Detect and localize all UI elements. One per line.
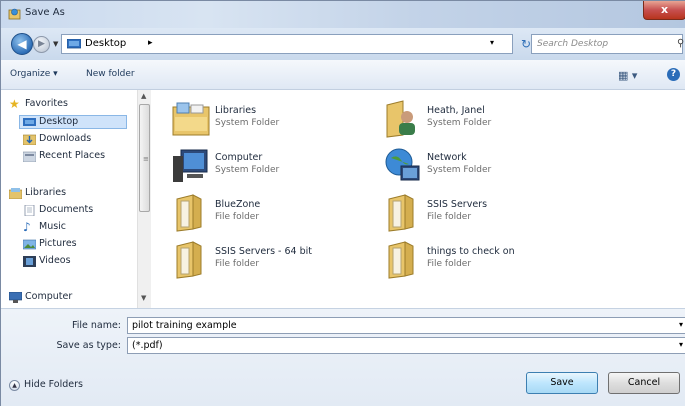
address-bar[interactable]: Desktop ▸ ▾: [61, 34, 513, 54]
scroll-up-icon[interactable]: ▲: [141, 92, 146, 100]
navigation-pane: ★ Favorites Desktop Downloads Recent Pla…: [1, 90, 151, 308]
address-dropdown-icon[interactable]: ▾: [490, 38, 494, 47]
scroll-down-icon[interactable]: ▼: [141, 294, 146, 302]
file-list: Libraries System Folder Heath, Janel Sys…: [151, 90, 685, 308]
save-type-value[interactable]: (*.pdf): [132, 340, 163, 351]
list-item[interactable]: Computer System Folder: [171, 146, 381, 188]
list-item[interactable]: Network System Folder: [383, 146, 593, 188]
back-button[interactable]: ◀: [11, 33, 33, 55]
sidebar-item-desktop[interactable]: Desktop: [19, 115, 127, 129]
folder-icon: [388, 241, 414, 279]
star-icon: ★: [9, 97, 20, 111]
desktop-icon: [23, 118, 36, 126]
videos-icon: [23, 256, 36, 267]
file-name-dropdown-icon[interactable]: ▾: [679, 320, 683, 329]
network-icon: [385, 148, 420, 181]
folder-icon: [176, 194, 202, 232]
collapse-icon[interactable]: ▲: [9, 380, 20, 391]
computer-icon: [173, 149, 208, 182]
desktop-icon: [67, 39, 81, 49]
save-button[interactable]: Save: [526, 372, 598, 394]
command-bar: Organize ▾ New folder ▦ ▾ ?: [1, 60, 685, 90]
search-input[interactable]: Search Desktop: [537, 39, 608, 49]
save-as-dialog: Save As x ◀ ▶ ▼ Desktop ▸ ▾ ↻ Search Des…: [0, 0, 685, 406]
change-view-icon[interactable]: ▦ ▾: [618, 69, 637, 82]
list-item[interactable]: BlueZone File folder: [171, 193, 381, 235]
cancel-button[interactable]: Cancel: [608, 372, 680, 394]
forward-button[interactable]: ▶: [33, 36, 50, 53]
save-as-icon: [8, 8, 21, 20]
user-folder-icon: [386, 100, 415, 138]
close-button[interactable]: x: [643, 1, 685, 20]
save-type-select[interactable]: (*.pdf) ▾: [127, 337, 685, 354]
grip-icon: ≡: [143, 155, 149, 163]
music-icon: ♪: [23, 220, 31, 234]
search-icon[interactable]: ⚲: [677, 38, 684, 49]
list-item[interactable]: Libraries System Folder: [171, 99, 381, 141]
folder-icon: [176, 241, 202, 279]
nav-scrollbar[interactable]: ▲ ≡ ▼: [137, 90, 151, 308]
save-type-dropdown-icon[interactable]: ▾: [679, 340, 683, 349]
breadcrumb-arrow-icon[interactable]: ▸: [148, 38, 153, 48]
downloads-folder-icon: [23, 134, 36, 145]
file-name-label: File name:: [71, 320, 121, 331]
window-title: Save As: [25, 7, 65, 18]
list-item[interactable]: SSIS Servers - 64 bit File folder: [171, 240, 381, 282]
search-box[interactable]: Search Desktop ⚲: [531, 34, 684, 54]
scroll-thumb[interactable]: ≡: [139, 104, 150, 212]
new-folder-button[interactable]: New folder: [86, 69, 135, 79]
save-type-label: Save as type:: [56, 340, 121, 351]
organize-button[interactable]: Organize ▾: [10, 69, 58, 79]
libraries-icon: [172, 102, 210, 136]
file-name-field[interactable]: pilot training example ▾: [127, 317, 685, 334]
recent-places-icon: [23, 151, 36, 162]
file-name-input[interactable]: pilot training example: [132, 320, 237, 331]
help-icon[interactable]: ?: [667, 68, 680, 81]
list-item[interactable]: things to check on File folder: [383, 240, 593, 282]
list-item[interactable]: SSIS Servers File folder: [383, 193, 593, 235]
folder-icon: [388, 194, 414, 232]
title-bar[interactable]: Save As x: [1, 1, 685, 28]
pictures-icon: [23, 239, 36, 250]
address-location[interactable]: Desktop: [85, 38, 126, 49]
recent-pages-dropdown-icon[interactable]: ▼: [53, 40, 58, 48]
documents-icon: [24, 205, 35, 216]
save-options-panel: File name: pilot training example ▾ Save…: [1, 308, 685, 406]
libraries-icon: [9, 188, 22, 199]
computer-icon: [9, 292, 22, 303]
list-item[interactable]: Heath, Janel System Folder: [383, 99, 593, 141]
address-row: ◀ ▶ ▼ Desktop ▸ ▾ ↻ Search Desktop ⚲: [1, 28, 685, 60]
